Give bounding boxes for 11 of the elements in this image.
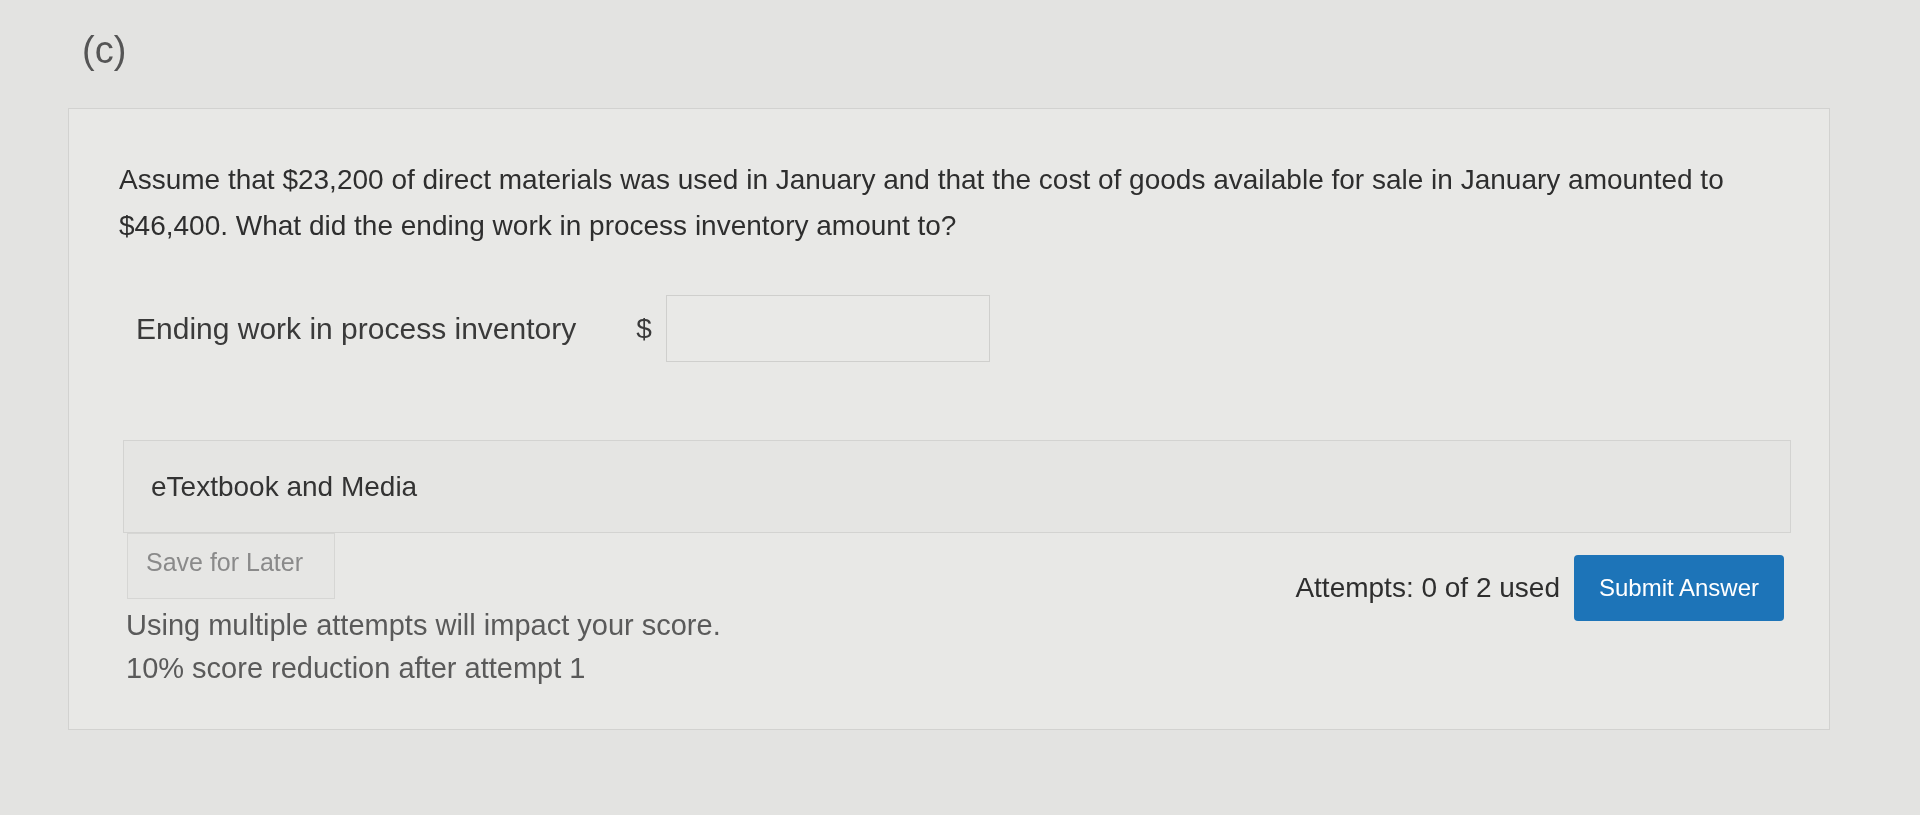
attempt-note: Using multiple attempts will impact your score. — [126, 608, 721, 643]
answer-input-field[interactable] — [665, 295, 990, 362]
question-text: Assume that $23,200 of direct materials was used in January and that the cost of goods available for sale in January amounted to $46,400. What did the ending work in process inventory amount to? — [119, 163, 1725, 243]
attempts-counter: Attempts: 0 of 2 used — [1295, 572, 1560, 604]
attempt-note: 10% score reduction after attempt 1 — [126, 651, 587, 686]
answer-label: Ending work in process inventory — [136, 311, 577, 346]
currency-sign: $ — [636, 312, 652, 345]
submit-answer-button[interactable]: Submit Answer — [1574, 555, 1784, 621]
etextbook-media-label: eTextbook and Media — [151, 470, 418, 503]
part-label: (c) — [82, 28, 127, 72]
etextbook-media-panel[interactable]: eTextbook and Media — [123, 440, 1791, 533]
